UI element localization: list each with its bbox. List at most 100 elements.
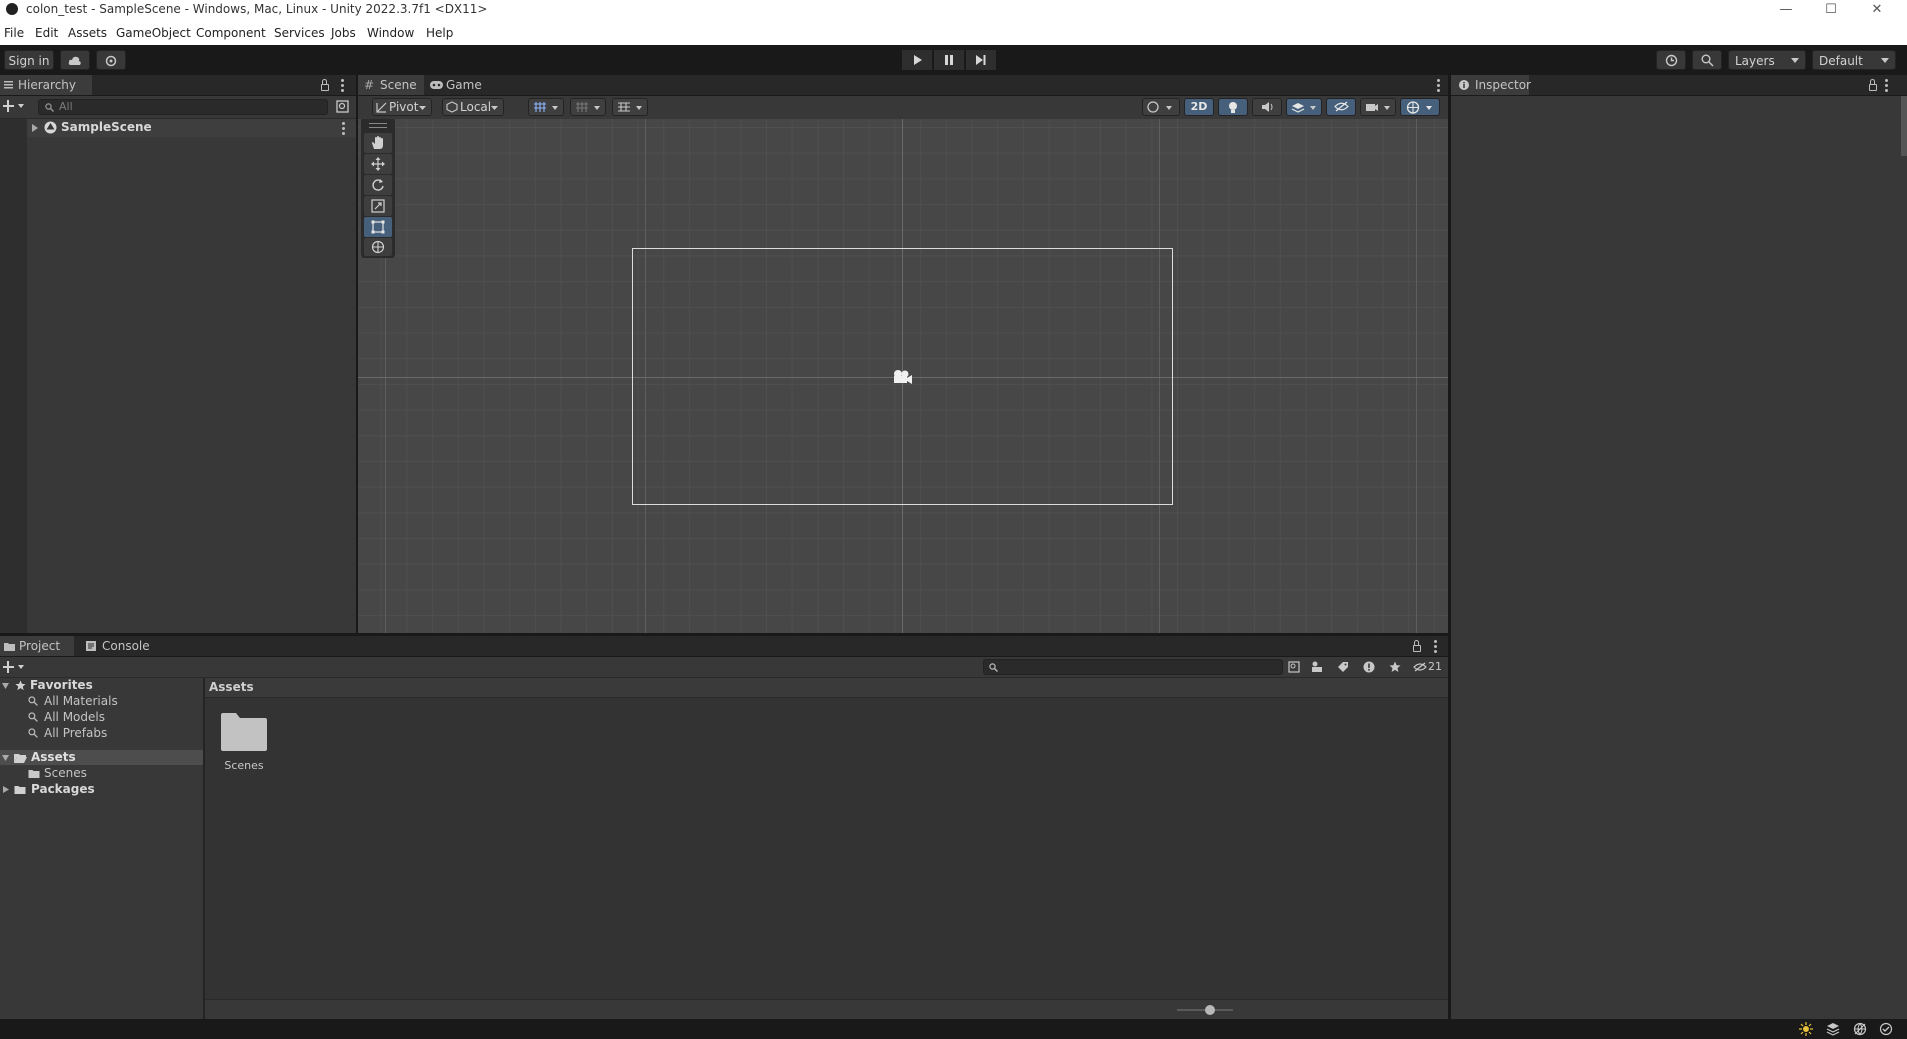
scene-menu-icon[interactable] xyxy=(342,122,345,137)
local-label: Local xyxy=(460,100,492,114)
stack-layers-icon[interactable] xyxy=(1826,1022,1840,1036)
menu-window[interactable]: Window xyxy=(367,26,414,40)
grid-visibility-button[interactable] xyxy=(612,98,648,116)
panel-menu-icon[interactable] xyxy=(1885,79,1888,94)
minimize-button[interactable]: — xyxy=(1763,0,1809,20)
network-globe-icon[interactable] xyxy=(1853,1022,1867,1036)
tab-console[interactable]: Console xyxy=(80,636,160,656)
check-circle-icon[interactable] xyxy=(1879,1022,1893,1036)
rect-tool-button[interactable] xyxy=(364,217,392,237)
scene-visibility-toggle[interactable] xyxy=(1326,98,1356,116)
history-icon xyxy=(1665,54,1677,67)
search-button[interactable] xyxy=(1692,50,1722,70)
camera-gizmo-icon[interactable] xyxy=(891,369,913,385)
lock-icon[interactable] xyxy=(1869,79,1877,91)
step-button[interactable] xyxy=(966,50,996,70)
sign-in-button[interactable]: Sign in xyxy=(4,50,54,70)
lock-icon[interactable] xyxy=(1413,640,1421,652)
scale-tool-button[interactable] xyxy=(364,196,392,216)
scale-icon xyxy=(371,199,385,213)
hand-tool-button[interactable] xyxy=(364,133,392,153)
increment-snapping-button[interactable] xyxy=(570,98,606,116)
project-search-input[interactable] xyxy=(983,659,1283,675)
undo-history-button[interactable] xyxy=(1656,50,1686,70)
create-asset-dropdown[interactable] xyxy=(2,660,27,674)
folder-icon xyxy=(14,786,26,794)
pause-button[interactable] xyxy=(934,50,964,70)
project-asset-grid: Assets Scenes xyxy=(205,678,1448,1020)
panel-menu-icon[interactable] xyxy=(1434,640,1437,655)
scene-name: SampleScene xyxy=(61,120,152,134)
cloud-button[interactable] xyxy=(60,50,90,70)
mode-2d-toggle[interactable]: 2D xyxy=(1184,98,1214,116)
grid-snapping-button[interactable] xyxy=(528,98,564,116)
maximize-button[interactable]: ☐ xyxy=(1808,0,1854,20)
favorite-item[interactable]: All Prefabs xyxy=(0,726,203,741)
search-icon xyxy=(989,663,998,672)
create-dropdown[interactable] xyxy=(2,99,27,115)
menu-component[interactable]: Component xyxy=(196,26,266,40)
tab-project[interactable]: Project xyxy=(0,636,74,656)
draw-mode-dropdown[interactable] xyxy=(1142,98,1180,116)
rotate-tool-button[interactable] xyxy=(364,175,392,195)
expand-arrow-icon[interactable] xyxy=(32,124,38,132)
lighting-bake-icon[interactable] xyxy=(1799,1022,1813,1036)
local-dropdown[interactable]: Local xyxy=(442,98,504,116)
scene-viewport[interactable] xyxy=(358,119,1448,633)
lighting-toggle[interactable] xyxy=(1218,98,1248,116)
scenes-folder-row[interactable]: Scenes xyxy=(0,766,203,781)
inspector-tabbar: Inspector xyxy=(1451,75,1907,96)
breadcrumb-assets[interactable]: Assets xyxy=(209,680,254,694)
overlay-drag-handle[interactable] xyxy=(369,123,387,128)
favorite-star-icon[interactable] xyxy=(1389,661,1401,673)
tab-scene[interactable]: # Scene xyxy=(358,75,424,95)
gizmos-dropdown[interactable] xyxy=(1400,98,1440,116)
label-tag-icon[interactable] xyxy=(1337,661,1349,673)
move-tool-button[interactable] xyxy=(364,154,392,174)
hierarchy-search-input[interactable]: All xyxy=(38,99,328,115)
collapse-arrow-icon[interactable] xyxy=(2,683,9,689)
collab-button[interactable] xyxy=(96,50,126,70)
tab-game[interactable]: Game xyxy=(426,75,488,95)
layers-dropdown[interactable]: Layers xyxy=(1728,50,1806,70)
filter-type-icon[interactable] xyxy=(1311,661,1323,673)
pivot-label: Pivot xyxy=(389,100,419,114)
effects-dropdown[interactable] xyxy=(1286,98,1322,116)
audio-toggle[interactable] xyxy=(1252,98,1282,116)
menu-services[interactable]: Services xyxy=(274,26,325,40)
tab-hierarchy[interactable]: Hierarchy xyxy=(0,75,92,95)
play-button[interactable] xyxy=(902,50,932,70)
camera-dropdown[interactable] xyxy=(1360,98,1396,116)
asset-folder-item[interactable]: Scenes xyxy=(219,711,269,773)
layout-dropdown[interactable]: Default xyxy=(1812,50,1896,70)
panel-menu-icon[interactable] xyxy=(341,79,344,94)
menu-assets[interactable]: Assets xyxy=(68,26,107,40)
menu-jobs[interactable]: Jobs xyxy=(331,26,356,40)
pivot-dropdown[interactable]: Pivot xyxy=(372,98,432,116)
scene-row[interactable]: SampleScene xyxy=(27,119,356,137)
transform-tool-button[interactable] xyxy=(364,238,392,256)
menu-gameobject[interactable]: GameObject xyxy=(116,26,191,40)
favorite-star-icon xyxy=(15,680,26,691)
assets-folder-row[interactable]: Assets xyxy=(0,750,203,765)
search-by-type-icon[interactable] xyxy=(1288,661,1300,673)
lock-icon[interactable] xyxy=(321,79,329,91)
favorite-item[interactable]: All Models xyxy=(0,710,203,725)
packages-folder-row[interactable]: Packages xyxy=(0,782,203,797)
menu-edit[interactable]: Edit xyxy=(35,26,58,40)
favorites-row[interactable]: Favorites xyxy=(0,678,203,693)
expand-arrow-icon[interactable] xyxy=(3,786,9,793)
tab-inspector[interactable]: Inspector xyxy=(1451,75,1531,95)
log-info-icon[interactable] xyxy=(1363,661,1375,673)
menu-help[interactable]: Help xyxy=(426,26,453,40)
collapse-arrow-icon[interactable] xyxy=(2,755,9,761)
scrollbar-thumb[interactable] xyxy=(1901,96,1907,156)
hidden-packages-toggle[interactable]: 21 xyxy=(1413,660,1445,674)
close-button[interactable]: ✕ xyxy=(1854,0,1900,20)
scene-visibility-icon[interactable] xyxy=(336,100,349,113)
icon-size-slider-thumb[interactable] xyxy=(1205,1005,1215,1015)
scene-panel-menu-icon[interactable] xyxy=(1437,79,1440,94)
scenes-folder-label: Scenes xyxy=(44,766,87,780)
favorite-item[interactable]: All Materials xyxy=(0,694,203,709)
menu-file[interactable]: File xyxy=(4,26,24,40)
